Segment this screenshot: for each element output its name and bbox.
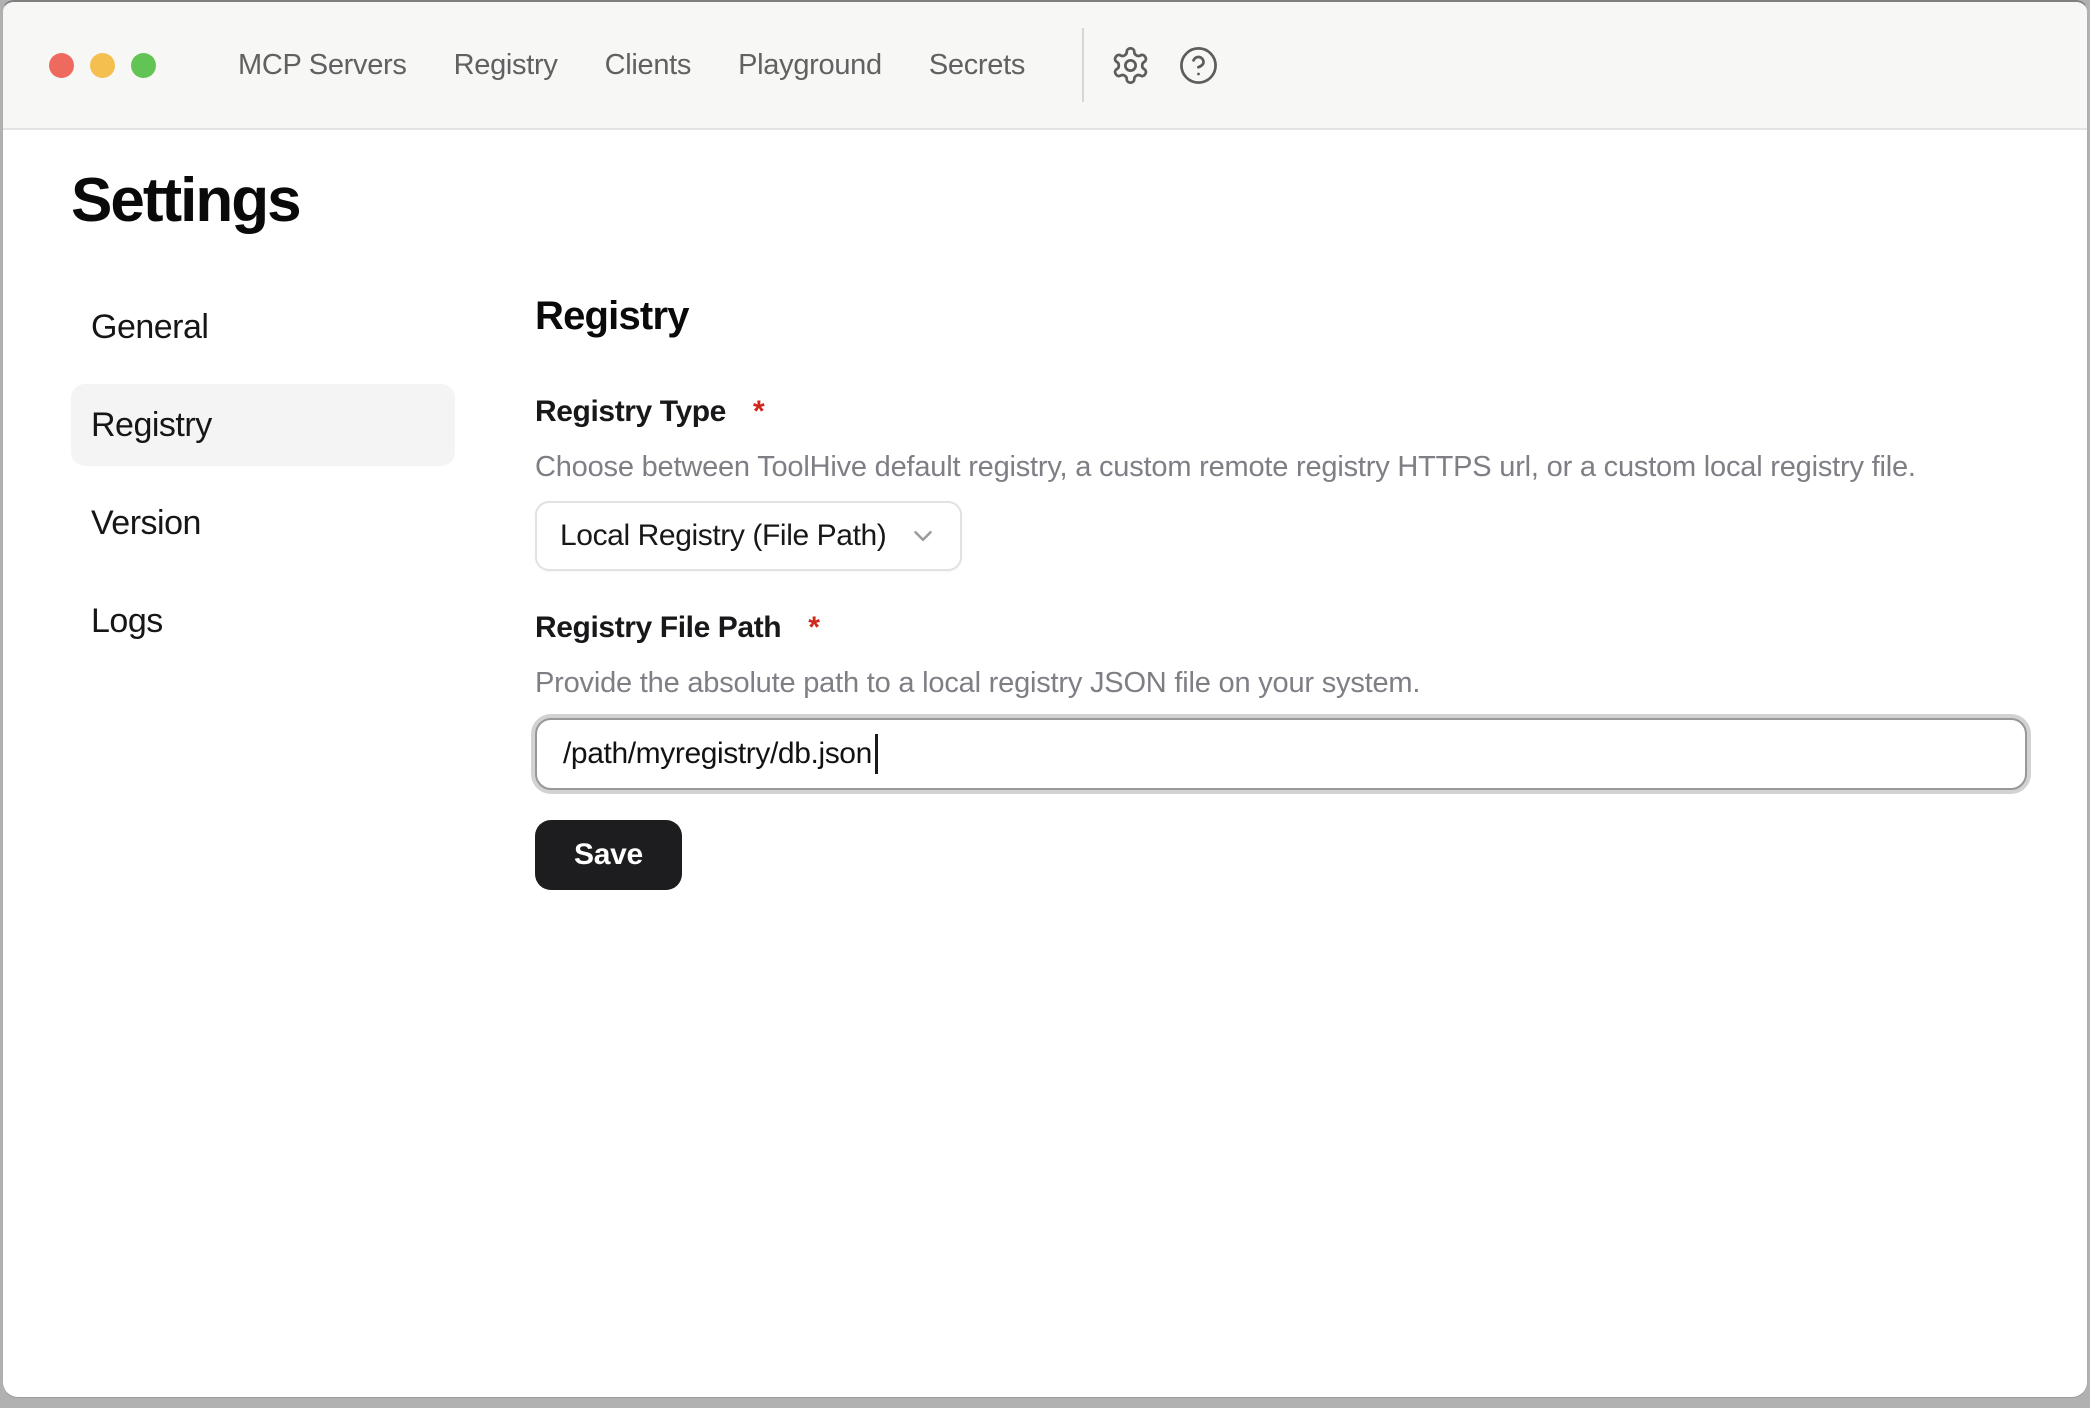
settings-gear-button[interactable] [1110,45,1151,86]
titlebar: MCP Servers Registry Clients Playground … [3,2,2087,130]
page-title: Settings [71,168,2087,234]
registry-file-path-label-row: Registry File Path * [535,611,2027,645]
nav-item-clients[interactable]: Clients [605,49,692,82]
sidebar-item-logs[interactable]: Logs [71,580,455,662]
registry-file-path-description: Provide the absolute path to a local reg… [535,665,2027,701]
window-controls [49,53,156,78]
titlebar-divider [1082,28,1084,102]
gear-icon [1110,45,1151,86]
zoom-button[interactable] [131,53,156,78]
registry-file-path-input[interactable]: /path/myregistry/db.json [535,718,2027,790]
sidebar-item-general[interactable]: General [71,286,455,368]
main-nav: MCP Servers Registry Clients Playground … [238,49,1025,82]
app-window: MCP Servers Registry Clients Playground … [2,0,2088,1398]
sidebar-item-version[interactable]: Version [71,482,455,564]
chevron-down-icon [908,521,938,551]
minimize-button[interactable] [90,53,115,78]
nav-item-secrets[interactable]: Secrets [929,49,1025,82]
help-button[interactable] [1178,45,1219,86]
save-button[interactable]: Save [535,820,682,890]
close-button[interactable] [49,53,74,78]
text-cursor [875,734,878,774]
section-heading: Registry [535,294,2027,338]
registry-type-label: Registry Type [535,395,726,429]
registry-settings-panel: Registry Registry Type * Choose between … [535,286,2027,890]
required-asterisk: * [753,395,764,429]
registry-type-selected-value: Local Registry (File Path) [560,519,886,553]
sidebar-item-registry[interactable]: Registry [71,384,455,466]
registry-type-description: Choose between ToolHive default registry… [535,449,2027,485]
required-asterisk: * [808,611,819,645]
nav-item-mcp-servers[interactable]: MCP Servers [238,49,407,82]
registry-type-select[interactable]: Local Registry (File Path) [535,501,962,571]
registry-type-label-row: Registry Type * [535,395,2027,429]
registry-file-path-value: /path/myregistry/db.json [563,737,872,771]
registry-file-path-label: Registry File Path [535,611,781,645]
nav-item-playground[interactable]: Playground [738,49,882,82]
settings-page: Settings General Registry Version Logs R… [3,168,2087,890]
nav-item-registry[interactable]: Registry [454,49,558,82]
help-icon [1178,45,1219,86]
settings-sidebar: General Registry Version Logs [71,286,455,890]
